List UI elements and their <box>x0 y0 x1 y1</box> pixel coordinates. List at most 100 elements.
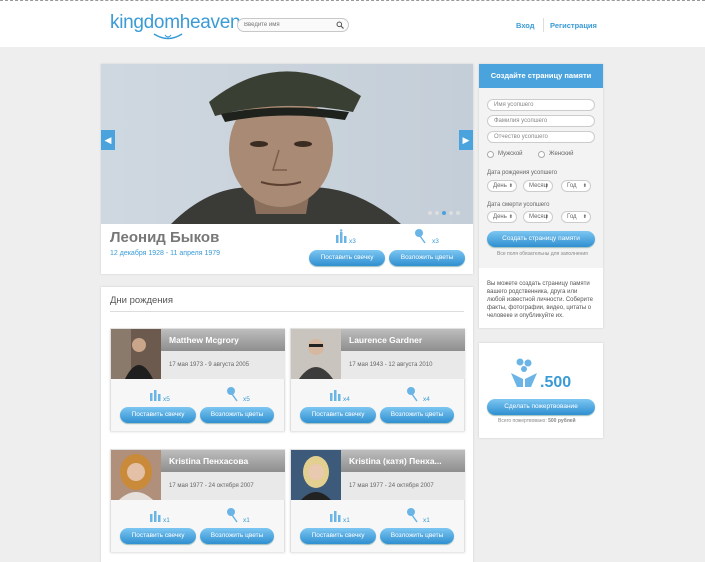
light-candle-button[interactable]: Поставить свечку <box>300 407 376 423</box>
donation-amount: .500 <box>540 374 572 391</box>
register-link[interactable]: Регистрация <box>550 21 597 30</box>
person-dates: 17 мая 1943 - 12 августа 2010 <box>341 351 465 379</box>
lay-flowers-button[interactable]: Возложить цветы <box>380 407 454 423</box>
slider-dot[interactable] <box>428 211 432 215</box>
select-value: Год <box>567 214 577 220</box>
slider-dot-active[interactable] <box>442 211 446 215</box>
flower-count: x1 <box>243 517 250 524</box>
death-year-select[interactable]: Год ⬍ <box>561 211 591 223</box>
slider-prev-arrow[interactable]: ◀ <box>101 130 115 150</box>
donation-hands-icon <box>511 358 537 387</box>
female-radio[interactable] <box>538 151 545 158</box>
flowers-icon <box>227 387 238 402</box>
person-photo[interactable] <box>291 450 341 500</box>
birth-month-select[interactable]: Месяц ⬍ <box>523 180 553 192</box>
nav-divider <box>543 18 544 32</box>
chevron-updown-icon: ⬍ <box>582 183 587 189</box>
chevron-updown-icon: ⬍ <box>508 214 513 220</box>
login-link[interactable]: Вход <box>516 21 535 30</box>
select-value: День <box>493 214 507 220</box>
person-name[interactable]: Laurence Gardner <box>341 329 465 351</box>
card-actions <box>111 500 284 552</box>
heart-icon <box>153 33 183 40</box>
search-icon[interactable] <box>336 21 344 29</box>
flower-count: x1 <box>423 517 430 524</box>
chevron-updown-icon: ⬍ <box>544 183 549 189</box>
candles-icon <box>150 511 161 522</box>
candle-count: x1 <box>163 517 170 524</box>
person-name[interactable]: Kristina (катя) Пенха... <box>341 450 465 472</box>
donation-total-value: 500 рублей <box>548 418 576 424</box>
chevron-updown-icon: ⬍ <box>508 183 513 189</box>
hero-flower-count: x3 <box>432 238 439 245</box>
slider-dot[interactable] <box>456 211 460 215</box>
death-day-select[interactable]: День ⬍ <box>487 211 517 223</box>
lay-flowers-button[interactable]: Возложить цветы <box>389 250 465 266</box>
death-date-label: Дата смерти усопшего <box>487 202 550 208</box>
candles-icon <box>336 229 347 243</box>
candle-count: x4 <box>343 396 350 403</box>
hero-photo[interactable] <box>101 64 473 224</box>
slider-dot[interactable] <box>449 211 453 215</box>
donation-total: Всего пожертвовано: 500 рублей <box>498 418 576 424</box>
divider <box>110 311 464 312</box>
donate-button[interactable]: Сделать пожертвование <box>487 399 595 415</box>
birth-year-select[interactable]: Год ⬍ <box>561 180 591 192</box>
form-title: Создайте страницу памяти <box>479 64 603 88</box>
light-candle-button[interactable]: Поставить свечку <box>300 528 376 544</box>
first-name-field[interactable]: Имя усопшего <box>487 99 595 111</box>
flower-count: x5 <box>243 396 250 403</box>
lay-flowers-button[interactable]: Возложить цветы <box>380 528 454 544</box>
person-dates: 17 мая 1977 - 24 октября 2007 <box>341 472 465 500</box>
chevron-updown-icon: ⬍ <box>544 214 549 220</box>
person-photo[interactable] <box>111 329 161 379</box>
person-dates: 17 мая 1973 - 9 августа 2005 <box>161 351 285 379</box>
logo[interactable]: kingdomheaven <box>110 12 241 34</box>
select-value: День <box>493 183 507 189</box>
flowers-icon <box>415 229 426 244</box>
person-photo[interactable] <box>111 450 161 500</box>
create-memorial-button[interactable]: Создать страницу памяти <box>487 231 595 247</box>
hero-name[interactable]: Леонид Быков <box>110 229 219 246</box>
header: kingdomheaven Вход Регистрация <box>0 0 705 47</box>
candles-icon <box>330 390 341 401</box>
memorial-info-text: Вы можете создать страницу памяти вашего… <box>487 281 593 319</box>
slider-dot[interactable] <box>435 211 439 215</box>
person-name[interactable]: Kristina Пенхасова <box>161 450 285 472</box>
card-actions <box>291 500 464 552</box>
male-label: Мужской <box>498 151 523 157</box>
search-box[interactable] <box>237 18 349 32</box>
light-candle-button[interactable]: Поставить свечку <box>120 528 196 544</box>
flowers-icon <box>407 508 418 523</box>
slider-next-arrow[interactable]: ▶ <box>459 130 473 150</box>
candles-icon <box>330 511 341 522</box>
flowers-icon <box>227 508 238 523</box>
last-name-field[interactable]: Фамилия усопшего <box>487 115 595 127</box>
candles-icon <box>150 390 161 401</box>
light-candle-button[interactable]: Поставить свечку <box>120 407 196 423</box>
patronymic-field[interactable]: Отчество усопшего <box>487 131 595 143</box>
person-name[interactable]: Matthew Mcgrory <box>161 329 285 351</box>
flower-count: x4 <box>423 396 430 403</box>
card-actions <box>111 379 284 431</box>
chevron-updown-icon: ⬍ <box>582 214 587 220</box>
search-input[interactable] <box>238 19 328 31</box>
lay-flowers-button[interactable]: Возложить цветы <box>200 528 274 544</box>
lay-flowers-button[interactable]: Возложить цветы <box>200 407 274 423</box>
person-photo[interactable] <box>291 329 341 379</box>
birthdays-title: Дни рождения <box>110 295 173 306</box>
hero-candle-count: x3 <box>349 238 356 245</box>
select-value: Год <box>567 183 577 189</box>
death-month-select[interactable]: Месяц ⬍ <box>523 211 553 223</box>
person-dates: 17 мая 1977 - 24 октября 2007 <box>161 472 285 500</box>
female-label: Женский <box>549 151 574 157</box>
card-actions <box>291 379 464 431</box>
required-note: Все поля обязательны для заполнения <box>497 251 588 257</box>
male-radio[interactable] <box>487 151 494 158</box>
light-candle-button[interactable]: Поставить свечку <box>309 250 385 266</box>
donation-total-label: Всего пожертвовано: <box>498 418 547 424</box>
hero-dates: 12 декабря 1928 - 11 апреля 1979 <box>110 250 221 257</box>
candle-count: x5 <box>163 396 170 403</box>
birth-day-select[interactable]: День ⬍ <box>487 180 517 192</box>
birth-date-label: Дата рождения усопшего <box>487 170 558 176</box>
